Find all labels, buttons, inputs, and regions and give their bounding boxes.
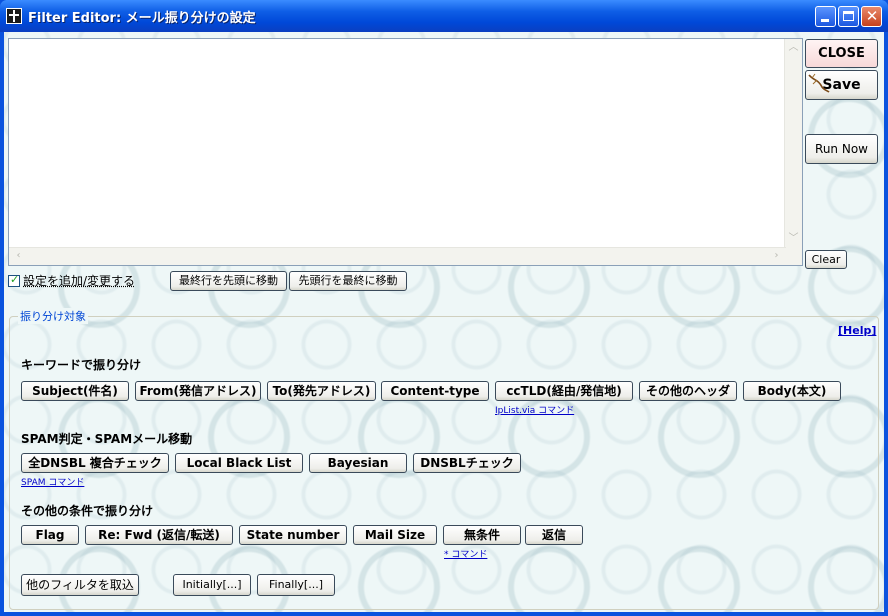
scroll-right-icon[interactable]: › (769, 249, 784, 264)
body-button[interactable]: Body(本文) (743, 381, 841, 401)
initially-button[interactable]: Initially[...] (173, 574, 251, 596)
move-top-to-last-button[interactable]: 先頭行を最終に移動 (289, 271, 407, 291)
iplist-command-link[interactable]: IpList.via コマンド (495, 403, 574, 416)
maximize-button[interactable] (838, 6, 859, 27)
all-dnsbl-button[interactable]: 全DNSBL 複合チェック (21, 453, 169, 473)
vine-deco-icon (808, 73, 830, 93)
scroll-up-icon[interactable]: ︿ (786, 41, 801, 56)
save-button[interactable]: Save (805, 70, 878, 100)
horizontal-scrollbar[interactable]: ‹ › (9, 247, 786, 265)
add-change-checkbox[interactable]: ✓ (8, 273, 20, 287)
other-headers-button[interactable]: その他のヘッダ (639, 381, 737, 401)
app-icon (6, 8, 22, 24)
run-now-button[interactable]: Run Now (805, 134, 878, 164)
re-fwd-button[interactable]: Re: Fwd (返信/転送) (85, 525, 233, 545)
finally-button[interactable]: Finally[...] (257, 574, 335, 596)
move-last-to-top-button[interactable]: 最終行を先頭に移動 (170, 271, 287, 291)
add-change-label[interactable]: 設定を追加/変更する (23, 272, 135, 289)
scroll-down-icon[interactable]: ﹀ (786, 232, 801, 247)
minimize-icon (821, 19, 829, 22)
window-close-button[interactable]: ✕ (861, 6, 882, 27)
bayesian-button[interactable]: Bayesian (309, 453, 407, 473)
to-button[interactable]: To(発先アドレス) (267, 381, 376, 401)
import-filters-button[interactable]: 他のフィルタを取込 (21, 574, 139, 596)
from-button[interactable]: From(発信アドレス) (135, 381, 261, 401)
checkmark-icon: ✓ (10, 273, 20, 286)
other-heading: その他の条件で振り分け (21, 504, 154, 518)
subject-button[interactable]: Subject(件名) (21, 381, 129, 401)
star-command-link[interactable]: * コマンド (444, 547, 487, 560)
local-black-list-button[interactable]: Local Black List (175, 453, 303, 473)
clear-button[interactable]: Clear (805, 250, 847, 269)
maximize-icon (843, 11, 854, 21)
close-button[interactable]: CLOSE (805, 39, 878, 68)
reply-button[interactable]: 返信 (525, 525, 583, 545)
help-link[interactable]: [Help] (838, 324, 876, 337)
group-title: 振り分け対象 (18, 308, 88, 324)
filter-editor-window: Filter Editor: メール振り分けの設定 ✕ ︿ ﹀ ‹ › CLOS… (0, 0, 888, 616)
client-area: ︿ ﹀ ‹ › CLOSE Save Run Now Clear ✓ 設定を追加… (4, 32, 884, 612)
cctld-button[interactable]: ccTLD(経由/発信地) (495, 381, 633, 401)
filter-text-editor[interactable]: ︿ ﹀ ‹ › (8, 38, 803, 266)
spam-heading: SPAM判定・SPAMメール移動 (21, 432, 193, 446)
flag-button[interactable]: Flag (21, 525, 79, 545)
unconditional-button[interactable]: 無条件 (443, 525, 521, 545)
minimize-button[interactable] (815, 6, 836, 27)
window-title: Filter Editor: メール振り分けの設定 (28, 11, 256, 26)
close-icon: ✕ (865, 7, 879, 25)
spam-command-link[interactable]: SPAM コマンド (21, 475, 84, 488)
vertical-scrollbar[interactable]: ︿ ﹀ (784, 39, 802, 249)
content-type-button[interactable]: Content-type (381, 381, 489, 401)
scroll-left-icon[interactable]: ‹ (11, 249, 26, 264)
state-number-button[interactable]: State number (239, 525, 347, 545)
scroll-corner (785, 248, 802, 265)
mail-size-button[interactable]: Mail Size (353, 525, 437, 545)
dnsbl-check-button[interactable]: DNSBLチェック (413, 453, 521, 473)
keyword-heading: キーワードで振り分け (21, 358, 142, 372)
title-bar[interactable]: Filter Editor: メール振り分けの設定 ✕ (0, 0, 888, 32)
